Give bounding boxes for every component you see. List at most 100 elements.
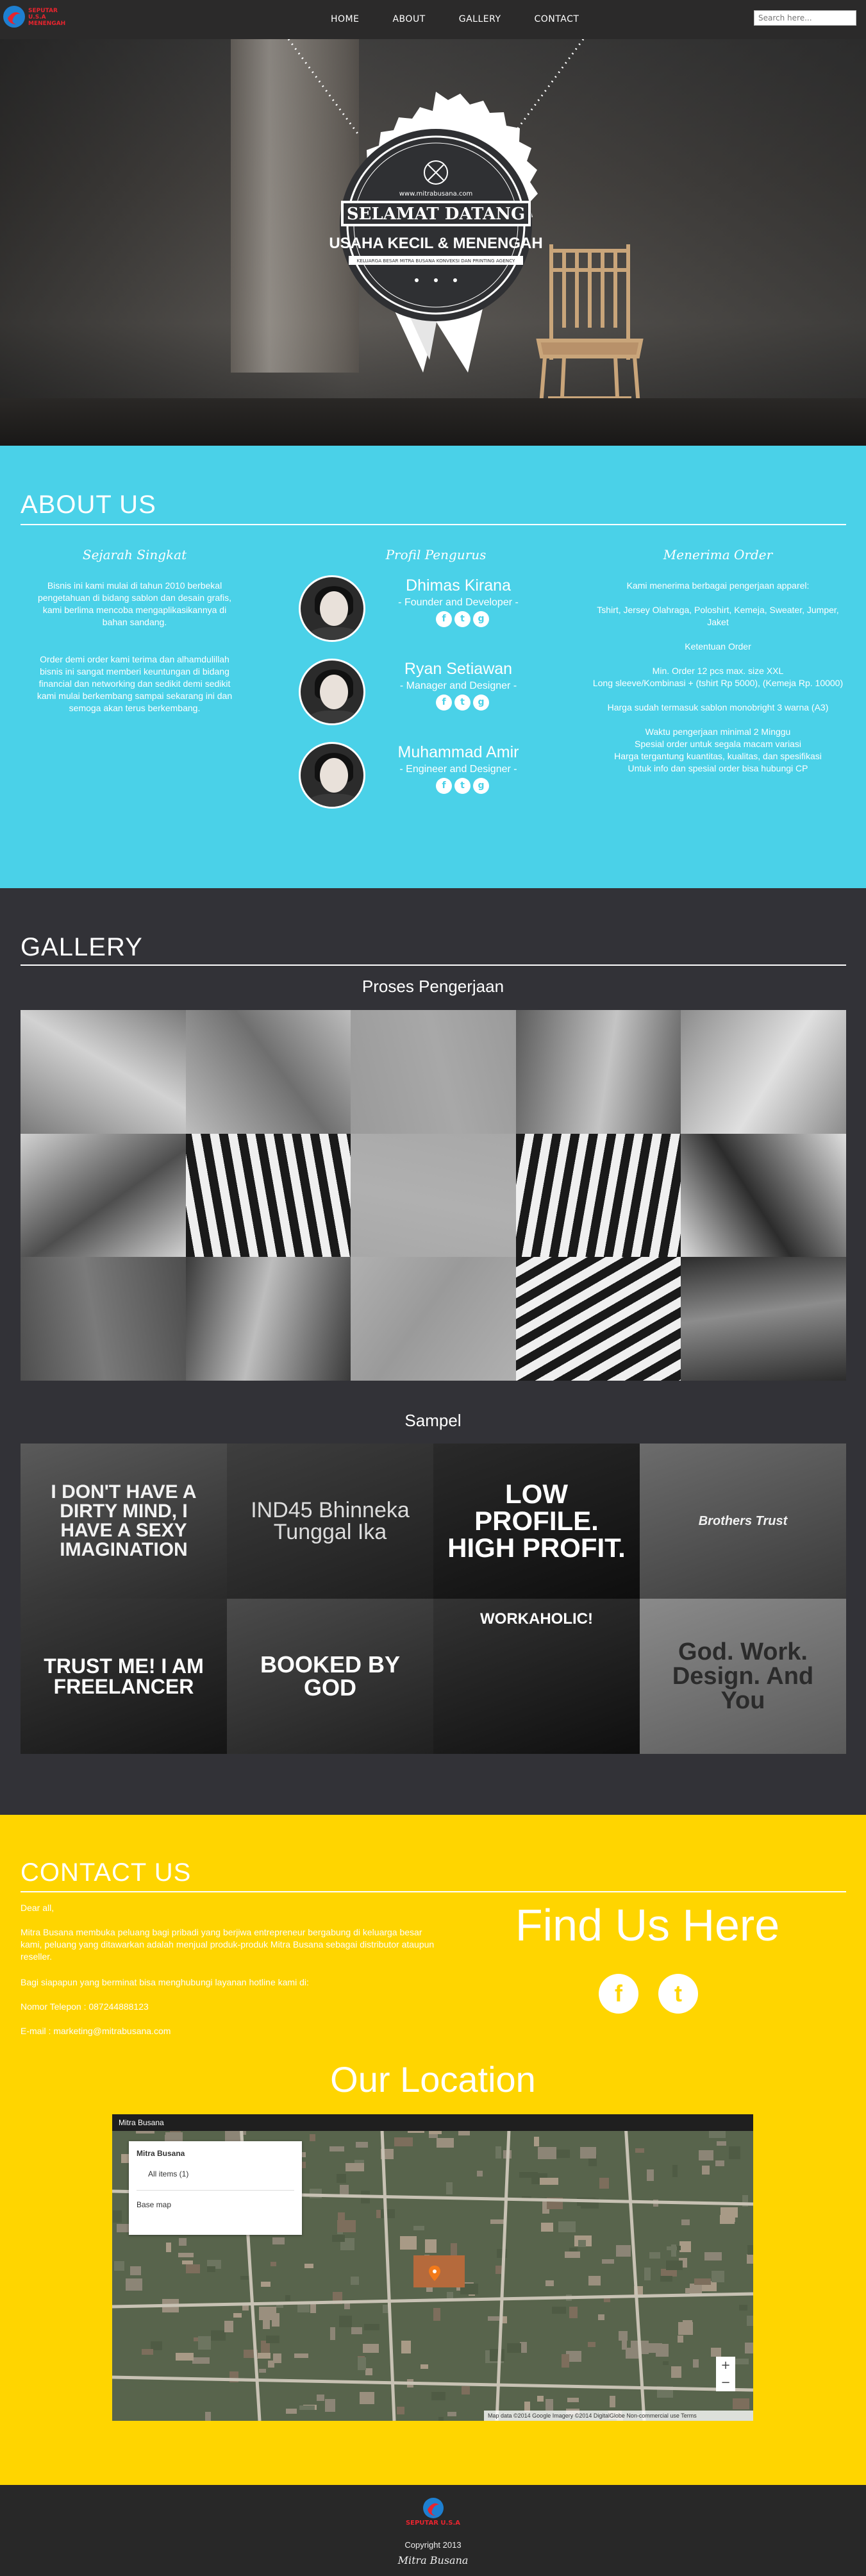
map-layer-panel[interactable]: Mitra Busana All items (1) Base map [129,2141,302,2235]
person-name: Ryan Setiawan [404,660,513,678]
facebook-icon[interactable]: f [599,1974,638,2014]
person-card: Ryan Setiawan - Manager and Designer - f… [295,655,551,725]
layer-items[interactable]: All items (1) [148,2169,188,2178]
map-marker-icon[interactable] [429,2266,440,2281]
contact-invite: Bagi siapapun yang berminat bisa menghub… [21,1977,309,1987]
twitter-icon[interactable]: t [454,778,470,794]
person-social: f t g [436,778,489,794]
menu-about[interactable]: ABOUT [376,12,442,27]
badge-subtitle: USAHA KECIL & MENENGAH [329,235,542,252]
site-footer: SEPUTAR U.S.A Copyright 2013 Mitra Busan… [0,2485,866,2576]
map-zoom-control[interactable]: + − [716,2357,735,2391]
process-photo[interactable] [515,1010,681,1134]
map-header: Mitra Busana [112,2114,753,2131]
sample-photo[interactable]: Brothers Trust [640,1444,846,1599]
profile-title: Profil Pengurus [385,547,487,562]
search-input[interactable] [754,10,856,26]
logo-text: SEPUTAR U.S.A MENENGAH [28,8,66,27]
copyright: Copyright 2013 [404,2540,462,2550]
sample-photo[interactable]: I DON'T HAVE A DIRTY MIND, I HAVE A SEXY… [21,1444,227,1599]
twitter-icon[interactable]: t [454,695,470,711]
gallery-section: GALLERY Proses Pengerjaan Sampel I DON'T… [0,888,866,1815]
person-card: Dhimas Kirana - Founder and Developer - … [295,571,551,642]
process-photo[interactable] [185,1133,351,1258]
sample-caption: Brothers Trust [698,1514,788,1528]
sample-caption: TRUST ME! I AM FREELANCER [44,1654,204,1698]
sample-photo[interactable]: BOOKED BY GOD [227,1599,433,1754]
map-attribution: Map data ©2014 Google Imagery ©2014 Digi… [484,2411,753,2421]
process-photo[interactable] [185,1010,351,1134]
process-photo[interactable] [185,1257,351,1381]
samples-photo-grid: I DON'T HAVE A DIRTY MIND, I HAVE A SEXY… [21,1444,846,1754]
facebook-icon[interactable]: f [436,611,452,627]
menu-contact[interactable]: CONTACT [518,12,596,27]
process-photo[interactable] [351,1257,516,1381]
google-plus-icon[interactable]: g [473,695,489,711]
orders-intro: Kami menerima berbagai pengerjaan appare… [626,580,810,591]
contact-greeting: Dear all, [21,1903,54,1913]
process-photo[interactable] [681,1010,846,1134]
avatar [299,575,365,642]
logo-mark [3,6,25,28]
badge-title: SELAMAT DATANG [347,205,525,224]
process-photo[interactable] [681,1133,846,1258]
sample-photo[interactable]: WORKAHOLIC! [433,1599,640,1754]
sample-caption: God. Work. Design. And You [672,1638,814,1714]
process-photo[interactable] [681,1257,846,1381]
process-photo[interactable] [351,1133,516,1258]
contact-paragraph: Mitra Busana membuka peluang bagi pribad… [21,1927,435,1962]
history-paragraph-2: Order demi order kami terima dan alhamdu… [37,654,233,713]
samples-subtitle: Sampel [404,1411,462,1430]
twitter-icon[interactable]: t [658,1974,698,2014]
google-plus-icon[interactable]: g [473,778,489,794]
orders-terms-heading: Ketentuan Order [685,641,751,652]
history-paragraph-1: Bisnis ini kami mulai di tahun 2010 berb… [37,580,232,627]
base-map-toggle[interactable]: Base map [137,2200,171,2209]
menu-home[interactable]: HOME [314,12,376,27]
process-photo[interactable] [515,1133,681,1258]
process-subtitle: Proses Pengerjaan [362,977,504,996]
site-logo[interactable]: SEPUTAR U.S.A MENENGAH [3,4,73,33]
process-photo[interactable] [21,1010,186,1134]
badge-url: www.mitrabusana.com [399,190,473,198]
facebook-icon[interactable]: f [436,695,452,711]
orders-term-1: Min. Order 12 pcs max. size XXL [652,666,784,676]
sample-caption: I DON'T HAVE A DIRTY MIND, I HAVE A SEXY… [51,1481,197,1560]
orders-term-4: Waktu pengerjaan minimal 2 Minggu [645,727,791,737]
footer-signature: Mitra Busana [397,2554,469,2566]
sample-caption: WORKAHOLIC! [480,1610,593,1628]
process-photo[interactable] [515,1257,681,1381]
about-divider [21,524,846,525]
facebook-icon[interactable]: f [436,778,452,794]
contact-phone: Nomor Telepon : 087244888123 [21,2001,149,2012]
about-section: ABOUT US Sejarah Singkat Bisnis ini kami… [0,446,866,888]
person-social: f t g [436,695,489,711]
sample-photo[interactable]: IND45 Bhinneka Tunggal Ika [227,1444,433,1599]
person-social: f t g [436,611,489,627]
embedded-map[interactable]: Mitra Busana Mitra Busana All items (1) … [112,2114,753,2421]
process-photo[interactable] [21,1133,186,1258]
sample-photo[interactable]: LOW PROFILE. HIGH PROFIT. [433,1444,640,1599]
badge-tagline: KELUARGA BESAR MITRA BUSANA KONVEKSI DAN… [357,258,515,264]
welcome-badge: www.mitrabusana.com SELAMAT DATANG USAHA… [287,39,585,373]
google-plus-icon[interactable]: g [473,611,489,627]
history-title: Sejarah Singkat [82,547,187,562]
orders-term-6: Harga tergantung kuantitas, kualitas, da… [614,751,822,761]
location-heading: Our Location [330,2059,536,2100]
map-title: Mitra Busana [119,2118,164,2127]
main-menu: HOME ABOUT GALLERY CONTACT [314,12,595,27]
person-role: - Manager and Designer - [399,680,517,691]
sample-caption: IND45 Bhinneka Tunggal Ika [251,1498,410,1544]
process-photo[interactable] [351,1010,516,1134]
sample-photo[interactable]: God. Work. Design. And You [640,1599,846,1754]
contact-title: CONTACT US [21,1858,192,1887]
top-navbar: SEPUTAR U.S.A MENENGAH HOME ABOUT GALLER… [0,0,866,39]
process-photo[interactable] [21,1257,186,1381]
twitter-icon[interactable]: t [454,611,470,627]
layer-name: Mitra Busana [137,2149,185,2158]
orders-term-5: Spesial order untuk segala macam variasi [635,739,801,749]
avatar [299,659,365,725]
sample-photo[interactable]: TRUST ME! I AM FREELANCER [21,1599,227,1754]
avatar [299,742,365,809]
menu-gallery[interactable]: GALLERY [442,12,518,27]
